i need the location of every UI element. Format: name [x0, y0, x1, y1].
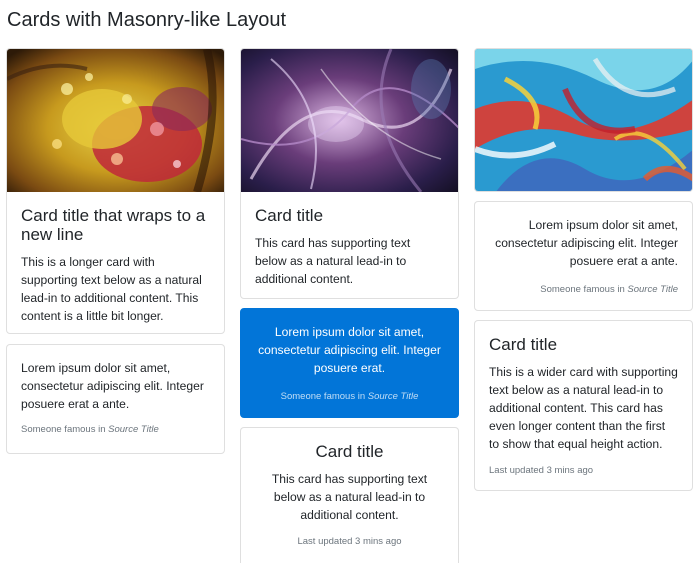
card-image-wrap-title: Card title that wraps to a new line This… — [6, 48, 225, 334]
card-quote-text: Lorem ipsum dolor sit amet, consectetur … — [21, 361, 204, 411]
quote-source-title: Source Title — [108, 424, 159, 435]
card-title: Card title — [489, 335, 558, 354]
quote-source-title: Source Title — [627, 284, 678, 295]
card-quote-primary: Lorem ipsum dolor sit amet, consectetur … — [240, 308, 459, 418]
quote-footer-prefix: Someone famous in — [21, 424, 109, 435]
card-text: This card has supporting text below as a… — [255, 236, 411, 286]
card-image-purple — [241, 49, 458, 192]
card-text: This is a longer card with supporting te… — [21, 255, 202, 323]
card-wide-text: Card title This is a wider card with sup… — [474, 320, 693, 491]
card-image-amber — [7, 49, 224, 192]
card-image-paint — [475, 49, 692, 191]
card-image-title: Card title This card has supporting text… — [240, 48, 459, 299]
card-title: Card title — [315, 442, 384, 461]
card-title: Card title that wraps to a new line — [21, 206, 206, 244]
quote-footer-prefix: Someone famous in — [540, 284, 628, 295]
card-text: This is a wider card with supporting tex… — [489, 365, 678, 451]
card-quote-footer: Someone famous in Source Title — [21, 423, 210, 436]
card-image-only — [474, 48, 693, 192]
quote-footer-prefix: Someone famous in — [280, 391, 368, 402]
card-quote-footer: Someone famous in Source Title — [255, 390, 444, 403]
page: Cards with Masonry-like Layout Card titl… — [0, 0, 700, 563]
card-text: This card has supporting text below as a… — [271, 472, 428, 522]
card-quote-text: Lorem ipsum dolor sit amet, consectetur … — [258, 325, 441, 375]
card-title: Card title — [255, 206, 324, 225]
card-quote: Lorem ipsum dolor sit amet, consectetur … — [6, 344, 225, 454]
card-quote-footer: Someone famous in Source Title — [489, 283, 678, 296]
card-quote-right: Lorem ipsum dolor sit amet, consectetur … — [474, 201, 693, 311]
card-quote-text: Lorem ipsum dolor sit amet, consectetur … — [495, 218, 678, 268]
quote-source-title: Source Title — [367, 391, 419, 402]
card-last-updated: Last updated 3 mins ago — [297, 536, 402, 547]
card-last-updated: Last updated 3 mins ago — [489, 465, 594, 476]
page-title: Cards with Masonry-like Layout — [7, 9, 286, 31]
card-centered: Card title This card has supporting text… — [240, 427, 459, 563]
